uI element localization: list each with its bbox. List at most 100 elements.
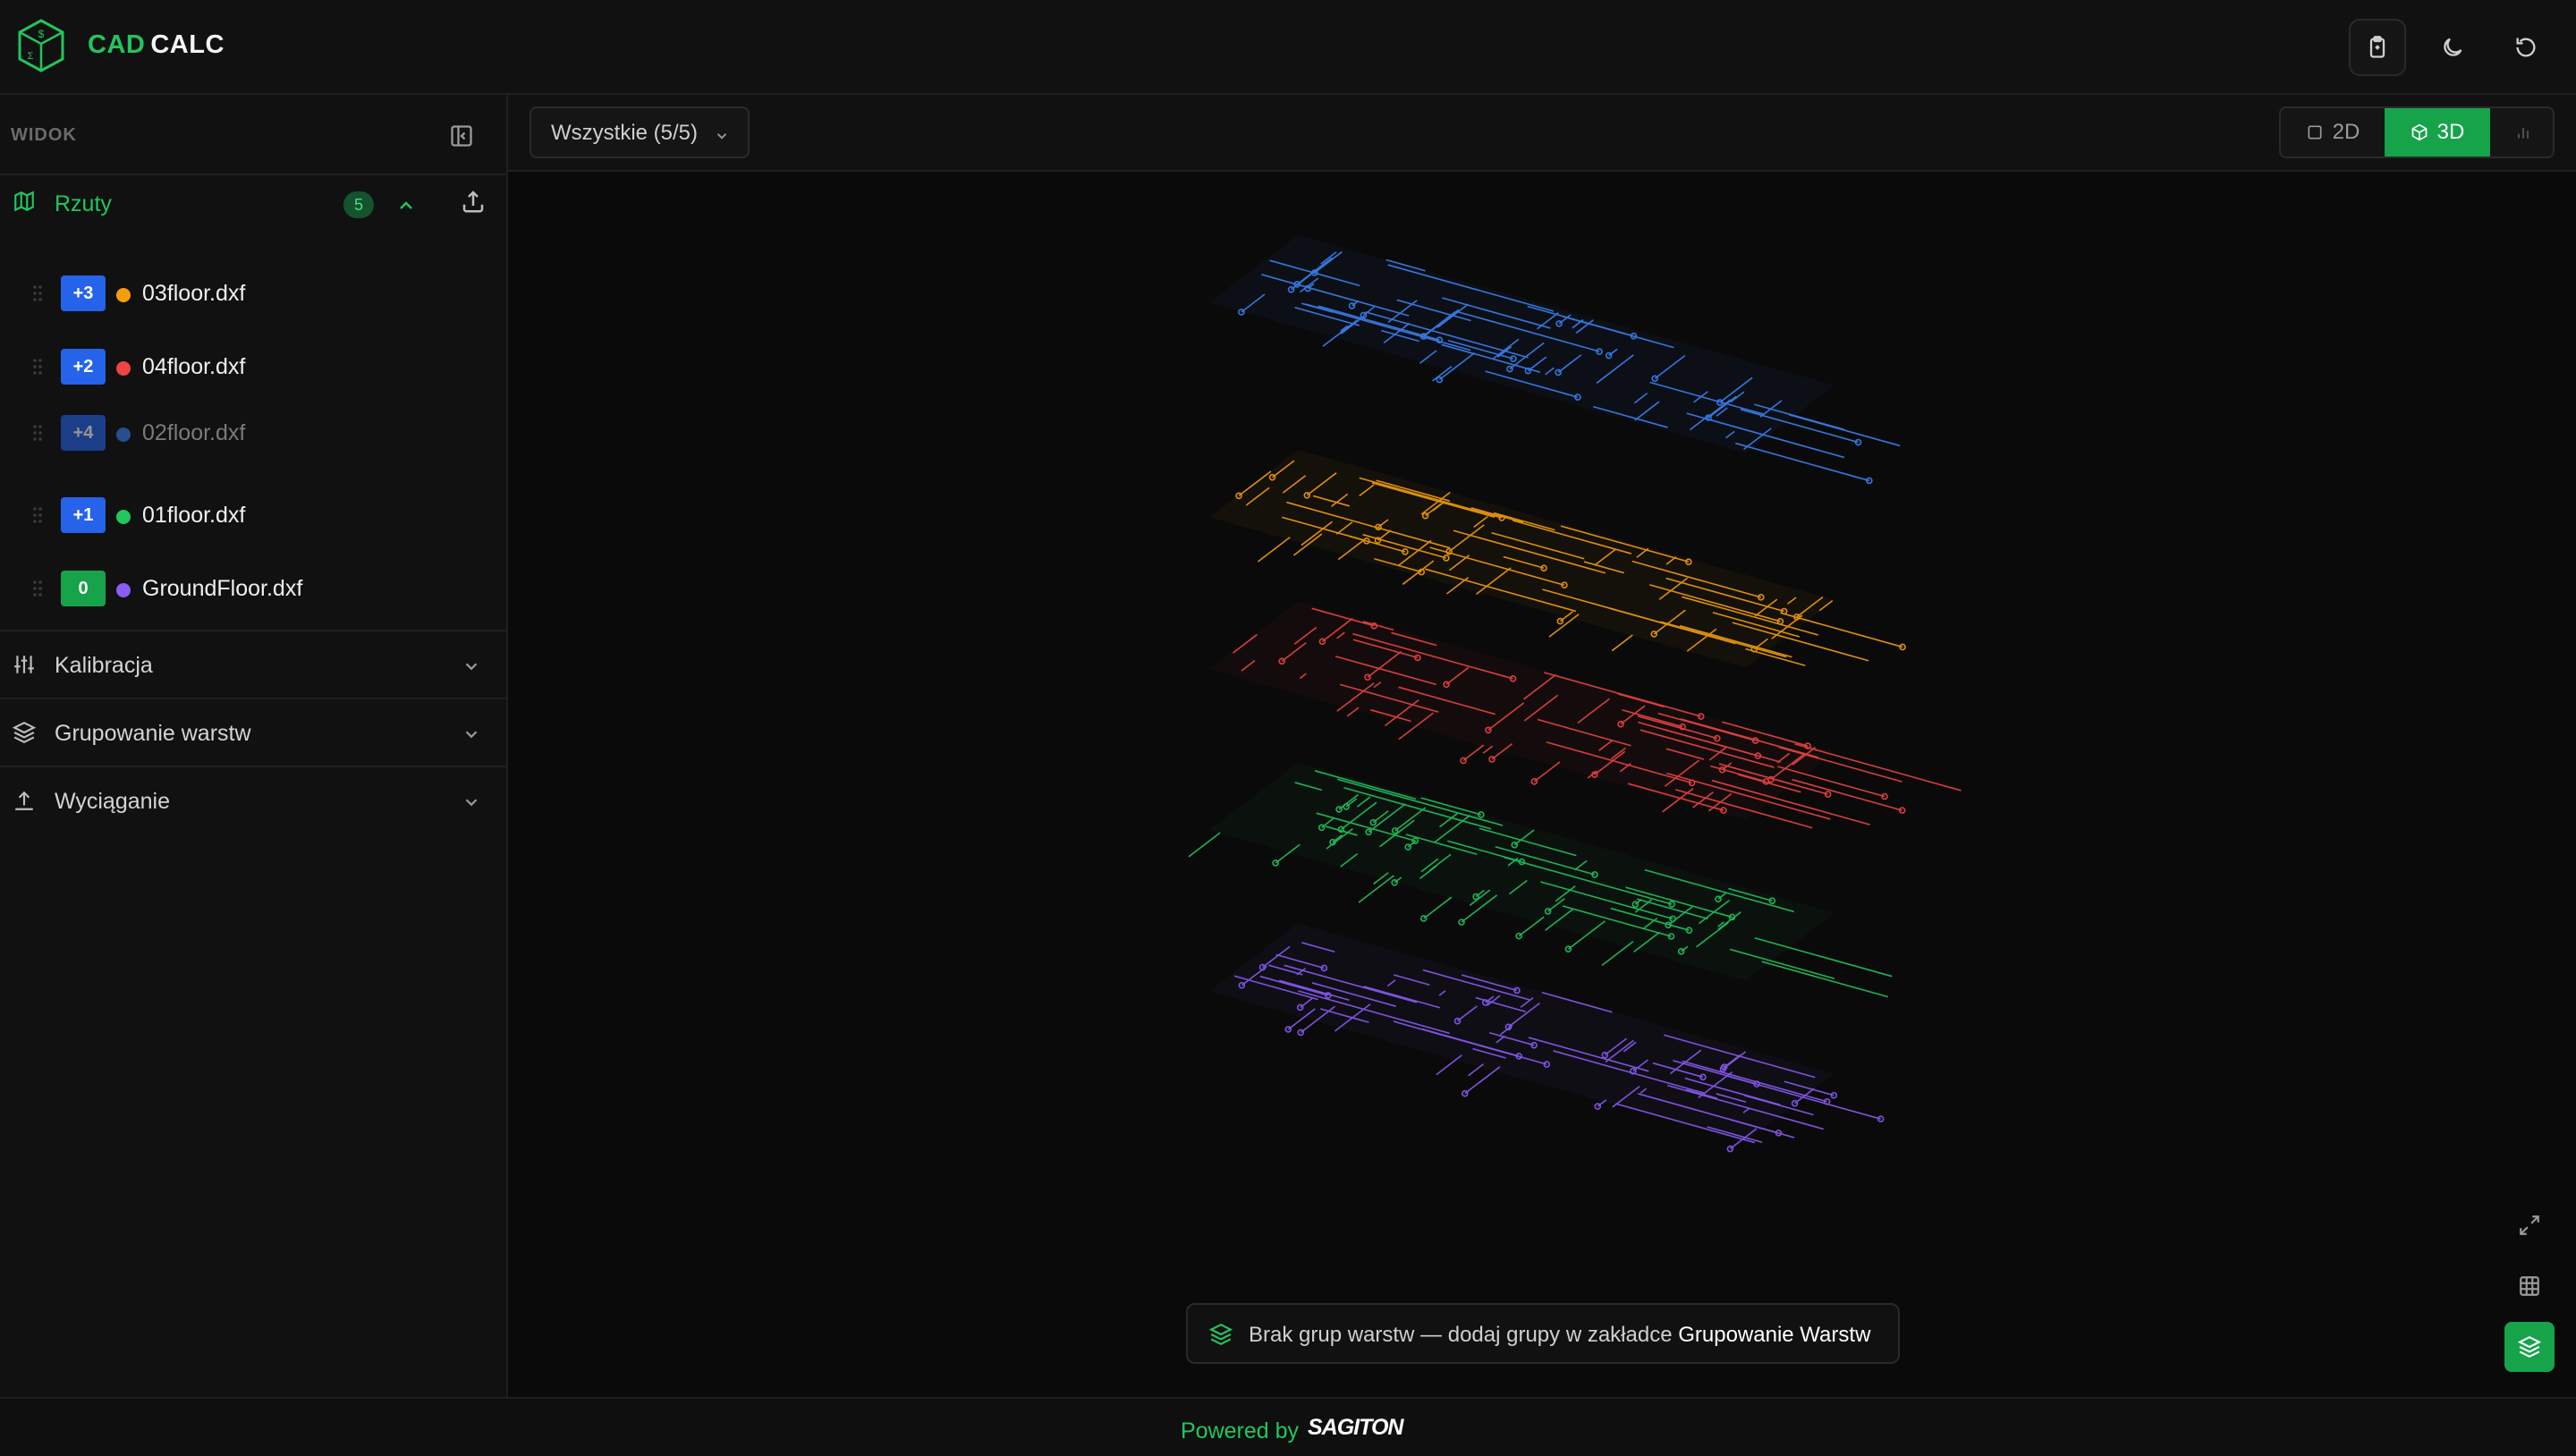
layer-filter-dropdown[interactable]: Wszystkie (5/5) [530, 106, 750, 158]
expand-icon [2520, 1215, 2539, 1235]
wall-line [1611, 634, 1633, 652]
floor-layer[interactable] [1209, 923, 1885, 1153]
grid-toggle-button[interactable] [2504, 1261, 2555, 1311]
floor-level-badge[interactable]: +4 [61, 415, 106, 451]
view-2d-button[interactable]: 2D [2281, 108, 2385, 157]
wall-line [1358, 875, 1394, 903]
file-name: 03floor.dxf [142, 281, 246, 306]
cube-icon [2411, 123, 2427, 141]
fullscreen-button[interactable] [2504, 1200, 2555, 1250]
file-row[interactable]: +4 02floor.dxf [0, 404, 506, 461]
clipboard-icon [2369, 36, 2385, 58]
wall-line [1735, 442, 1870, 482]
app-brand: CAD CALC [88, 30, 225, 60]
layer-color-dot [116, 427, 131, 442]
file-row[interactable]: +3 03floor.dxf [0, 265, 506, 322]
wall-line [1423, 896, 1453, 919]
layer-color-dot [116, 361, 131, 376]
floor-level-badge[interactable]: +3 [61, 275, 106, 311]
rzuty-title: Rzuty [55, 191, 112, 216]
wall-line [1464, 1066, 1501, 1095]
bar-chart-icon [2518, 128, 2529, 139]
view-2d-label: 2D [2332, 120, 2360, 144]
svg-text:Σ: Σ [28, 51, 34, 62]
chevron-down-icon [716, 133, 727, 140]
drag-handle-icon[interactable] [32, 284, 43, 302]
wall-line [1601, 941, 1634, 967]
layers-icon [2518, 1335, 2541, 1359]
file-row[interactable]: +1 01floor.dxf [0, 487, 506, 544]
top-bar: $ Σ CAD CALC [0, 0, 2576, 95]
kalibracja-section[interactable]: Kalibracja [0, 630, 506, 698]
sidebar-header: WIDOK [0, 95, 506, 175]
wall-line [1257, 537, 1291, 563]
kalibracja-title: Kalibracja [55, 653, 153, 678]
file-name: 04floor.dxf [142, 354, 246, 379]
wall-line [1794, 743, 1962, 791]
sagiton-logo[interactable]: SAGITON [1308, 1415, 1403, 1441]
file-name: 02floor.dxf [142, 420, 246, 445]
viewport-toolbar: Wszystkie (5/5) 2D 3D [508, 95, 2576, 172]
node-point [1419, 915, 1428, 922]
wall-line [1462, 744, 1485, 762]
view-mode-toggle: 2D 3D [2279, 106, 2555, 158]
view-3d-button[interactable]: 3D [2385, 108, 2490, 157]
grupowanie-section[interactable]: Grupowanie warstw [0, 698, 506, 766]
floor-layer[interactable] [1209, 234, 1901, 485]
file-name: 01floor.dxf [142, 503, 246, 528]
floor-level-badge[interactable]: 0 [61, 571, 106, 606]
floor-plans-3d-stack[interactable] [508, 172, 2576, 1397]
floor-level-badge[interactable]: +2 [61, 349, 106, 385]
wyciaganie-title: Wyciąganie [55, 789, 171, 814]
wall-line [1188, 832, 1221, 858]
collapse-sidebar-icon[interactable] [449, 123, 474, 148]
drag-handle-icon[interactable] [32, 424, 43, 442]
chevron-up-icon[interactable] [395, 195, 417, 216]
grid-icon [2520, 1276, 2539, 1296]
node-point [1272, 859, 1279, 867]
3d-viewport[interactable]: Brak grup warstw — dodaj grupy w zakładc… [508, 172, 2576, 1397]
file-row[interactable]: +2 04floor.dxf [0, 338, 506, 395]
chevron-down-icon [465, 731, 478, 739]
layer-groups-notice: Brak grup warstw — dodaj grupy w zakładc… [1186, 1303, 1900, 1364]
upload-icon[interactable] [460, 188, 487, 215]
layers-icon [1209, 1323, 1233, 1346]
node-point [1284, 1026, 1292, 1033]
wyciaganie-section[interactable]: Wyciąganie [0, 766, 506, 834]
floor-level-badge[interactable]: +1 [61, 497, 106, 533]
file-row[interactable]: 0 GroundFloor.dxf [0, 560, 506, 617]
layers-panel-button[interactable] [2504, 1322, 2555, 1372]
floor-plate [1209, 234, 1835, 453]
rzuty-section-header[interactable]: Rzuty 5 [0, 175, 506, 225]
sidebar-title: WIDOK [11, 125, 77, 145]
theme-toggle-button[interactable] [2424, 19, 2481, 76]
sidebar: WIDOK Rzuty 5 +3 03floor.dxf +2 04floor.dxf… [0, 95, 508, 1397]
square-icon [2308, 125, 2322, 140]
svg-text:$: $ [38, 28, 45, 40]
refresh-icon [2516, 38, 2536, 57]
layer-color-dot [116, 583, 131, 597]
chevron-down-icon [465, 663, 478, 671]
layers-icon [13, 721, 36, 744]
wall-line [1792, 778, 1902, 811]
extrude-up-icon [15, 791, 33, 810]
map-icon [14, 190, 34, 212]
chevron-down-icon [465, 799, 478, 807]
footer: Powered by SAGITON [0, 1397, 2576, 1456]
brand-cad: CAD [88, 30, 146, 59]
layer-color-dot [116, 288, 131, 302]
drag-handle-icon[interactable] [32, 506, 43, 524]
notice-link[interactable]: Grupowanie Warstw [1678, 1323, 1870, 1347]
rzuty-count-badge: 5 [343, 191, 374, 218]
clipboard-button[interactable] [2349, 19, 2406, 76]
wall-line [1761, 961, 1889, 998]
drag-handle-icon[interactable] [32, 580, 43, 597]
reset-button[interactable] [2497, 19, 2555, 76]
sliders-icon [14, 656, 34, 673]
notice-text: Brak grup warstw — dodaj grupy w zakładc… [1249, 1323, 1673, 1347]
powered-by-text: Powered by [1181, 1418, 1300, 1443]
stats-view-button[interactable] [2490, 108, 2553, 157]
layer-color-dot [116, 510, 131, 524]
drag-handle-icon[interactable] [32, 358, 43, 376]
moon-icon [2444, 38, 2462, 56]
